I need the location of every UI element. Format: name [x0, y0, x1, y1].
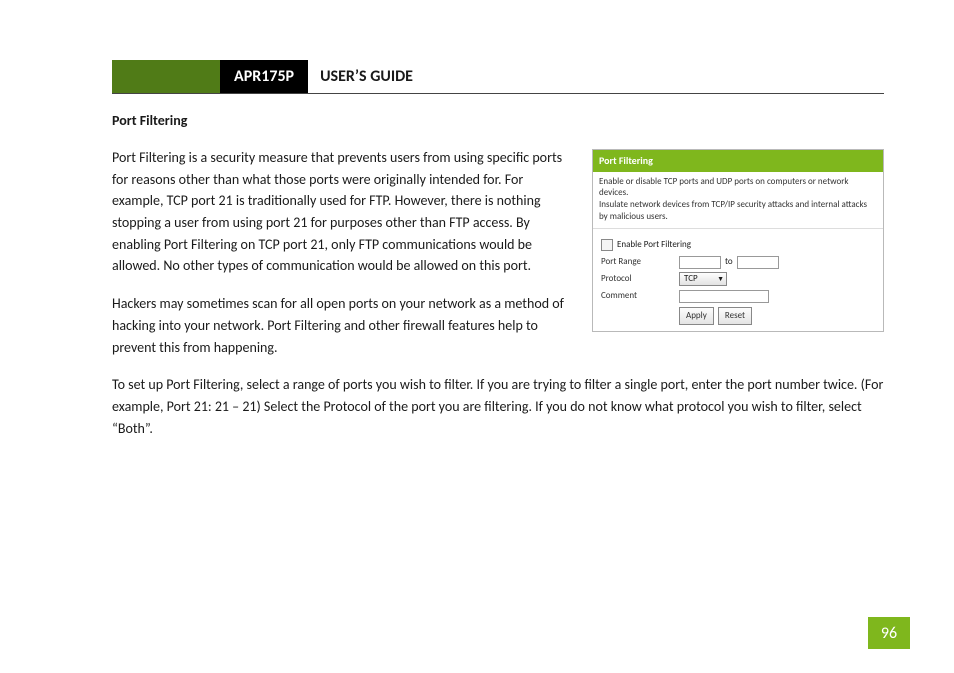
screenshot-desc-line2: Insulate network devices from TCP/IP sec… [599, 199, 867, 222]
screenshot-description: Enable or disable TCP ports and UDP port… [593, 172, 883, 230]
port-filtering-screenshot: Port Filtering Enable or disable TCP por… [592, 149, 884, 332]
enable-row: Enable Port Filtering [601, 238, 875, 252]
guide-title: USER’S GUIDE [308, 60, 425, 93]
title-bar: APR175P USER’S GUIDE [112, 60, 884, 94]
product-code: APR175P [220, 60, 308, 93]
dropdown-arrow-icon: ▼ [717, 274, 724, 285]
protocol-select[interactable]: TCP ▼ [679, 272, 727, 286]
to-label: to [725, 255, 733, 269]
section-heading: Port Filtering [112, 112, 884, 129]
screenshot-form: Enable Port Filtering Port Range to Prot… [593, 229, 883, 331]
port-from-input[interactable] [679, 256, 721, 269]
enable-checkbox[interactable] [601, 239, 613, 251]
comment-row: Comment [601, 289, 875, 303]
protocol-label: Protocol [601, 272, 679, 286]
title-accent-bar [112, 60, 220, 93]
enable-label: Enable Port Filtering [617, 238, 691, 252]
apply-button[interactable]: Apply [679, 307, 714, 325]
screenshot-desc-line1: Enable or disable TCP ports and UDP port… [599, 176, 848, 199]
port-to-input[interactable] [737, 256, 779, 269]
comment-input[interactable] [679, 290, 769, 303]
paragraph-3: To set up Port Filtering, select a range… [112, 374, 884, 439]
reset-button[interactable]: Reset [718, 307, 752, 325]
port-range-label: Port Range [601, 255, 679, 269]
protocol-value: TCP [684, 272, 698, 286]
protocol-row: Protocol TCP ▼ [601, 272, 875, 286]
body-content: Port Filtering Enable or disable TCP por… [112, 147, 884, 455]
port-range-row: Port Range to [601, 255, 875, 269]
comment-label: Comment [601, 289, 679, 303]
screenshot-title: Port Filtering [593, 150, 883, 172]
page-number: 96 [868, 617, 910, 649]
button-row: Apply Reset [601, 307, 875, 325]
